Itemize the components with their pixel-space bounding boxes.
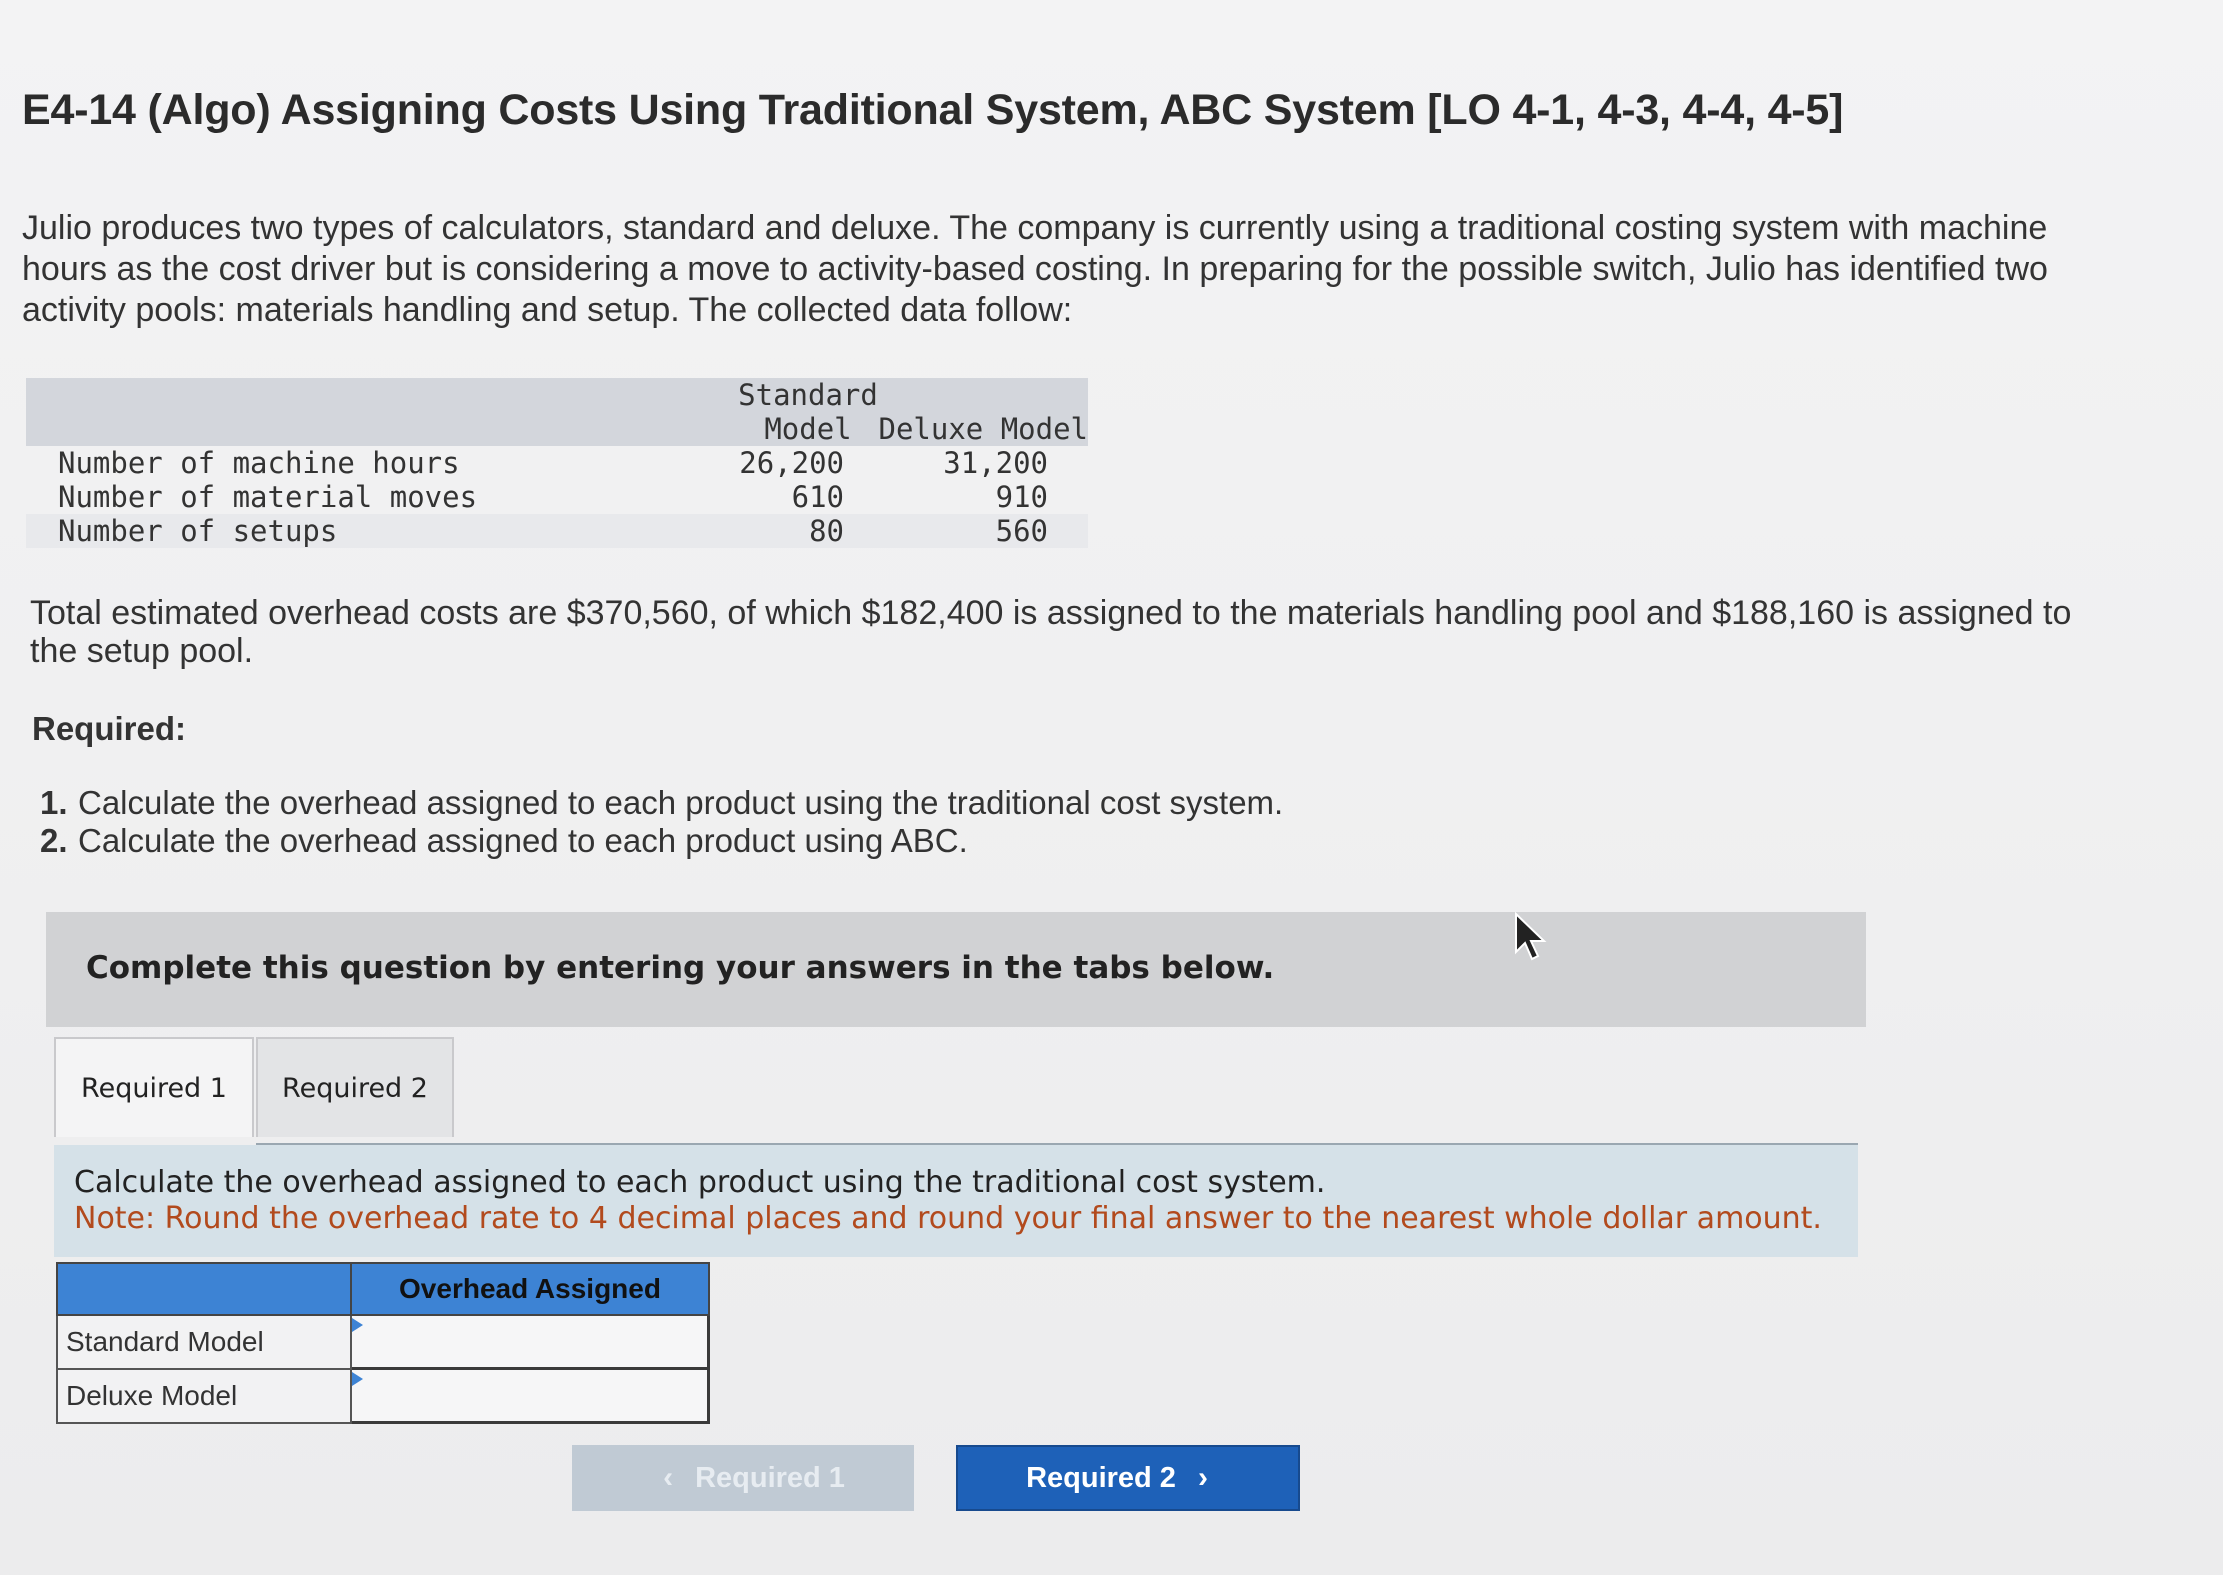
required-item-text: Calculate the overhead assigned to each … [78,822,968,859]
cell-standard-material-moves: 610 [791,480,844,514]
rounding-note: Note: Round the overhead rate to 4 decim… [74,1201,1822,1236]
row-label-setups: Number of setups [58,514,338,548]
answer-cell-standard [352,1316,710,1370]
cell-deluxe-setups: 560 [995,514,1048,548]
tab-label: Required 1 [81,1072,227,1104]
required-list: 1. Calculate the overhead assigned to eac… [40,784,1283,860]
cell-deluxe-material-moves: 910 [995,480,1048,514]
answer-row-label-deluxe: Deluxe Model [56,1370,352,1424]
question-text: Calculate the overhead assigned to each … [74,1165,1326,1200]
required-item: 2. Calculate the overhead assigned to eac… [40,822,1283,860]
page-title: E4-14 (Algo) Assigning Costs Using Tradi… [22,86,1844,134]
instruction-text: Complete this question by entering your … [86,950,1275,986]
mouse-cursor-icon [1515,912,1547,961]
answer-cell-deluxe [352,1370,710,1424]
required-item-text: Calculate the overhead assigned to each … [78,784,1284,821]
next-required-button[interactable]: Required 2 › [956,1445,1300,1511]
next-button-label: Required 2 [1026,1461,1176,1494]
prev-button-label: Required 1 [695,1461,845,1494]
intro-paragraph: Julio produces two types of calculators,… [22,209,2048,329]
answer-row-label-standard: Standard Model [56,1316,352,1370]
tab-label: Required 2 [282,1072,428,1104]
row-label-material-moves: Number of material moves [58,480,478,514]
row-label-machine-hours: Number of machine hours [58,446,460,480]
input-marker-icon [352,1318,363,1332]
overhead-paragraph: Total estimated overhead costs are $370,… [30,594,2072,670]
answer-table-header-blank [56,1262,352,1316]
chevron-left-icon: ‹ [663,1461,674,1494]
col-head-standard-line1: Standard [738,378,878,412]
page: E4-14 (Algo) Assigning Costs Using Tradi… [0,0,2223,1575]
cell-standard-setups: 80 [809,514,844,548]
cell-standard-machine-hours: 26,200 [739,446,844,480]
chevron-right-icon: › [1197,1461,1208,1494]
required-item-number: 1. [40,784,68,821]
prev-required-button[interactable]: ‹ Required 1 [572,1445,914,1511]
tab-required-1[interactable]: Required 1 [54,1037,254,1137]
deluxe-model-overhead-input[interactable] [352,1370,707,1421]
col-head-deluxe: Deluxe Model [878,412,1088,446]
instruction-box: Complete this question by entering your … [46,912,1866,1027]
input-marker-icon [352,1372,363,1386]
question-note-box: Calculate the overhead assigned to each … [54,1145,1858,1257]
required-item-number: 2. [40,822,68,859]
required-heading: Required: [32,710,187,747]
standard-model-overhead-input[interactable] [352,1316,707,1367]
required-item: 1. Calculate the overhead assigned to eac… [40,784,1283,822]
answer-table-header: Overhead Assigned [352,1262,710,1316]
cell-deluxe-machine-hours: 31,200 [943,446,1048,480]
tab-required-2[interactable]: Required 2 [256,1037,454,1137]
